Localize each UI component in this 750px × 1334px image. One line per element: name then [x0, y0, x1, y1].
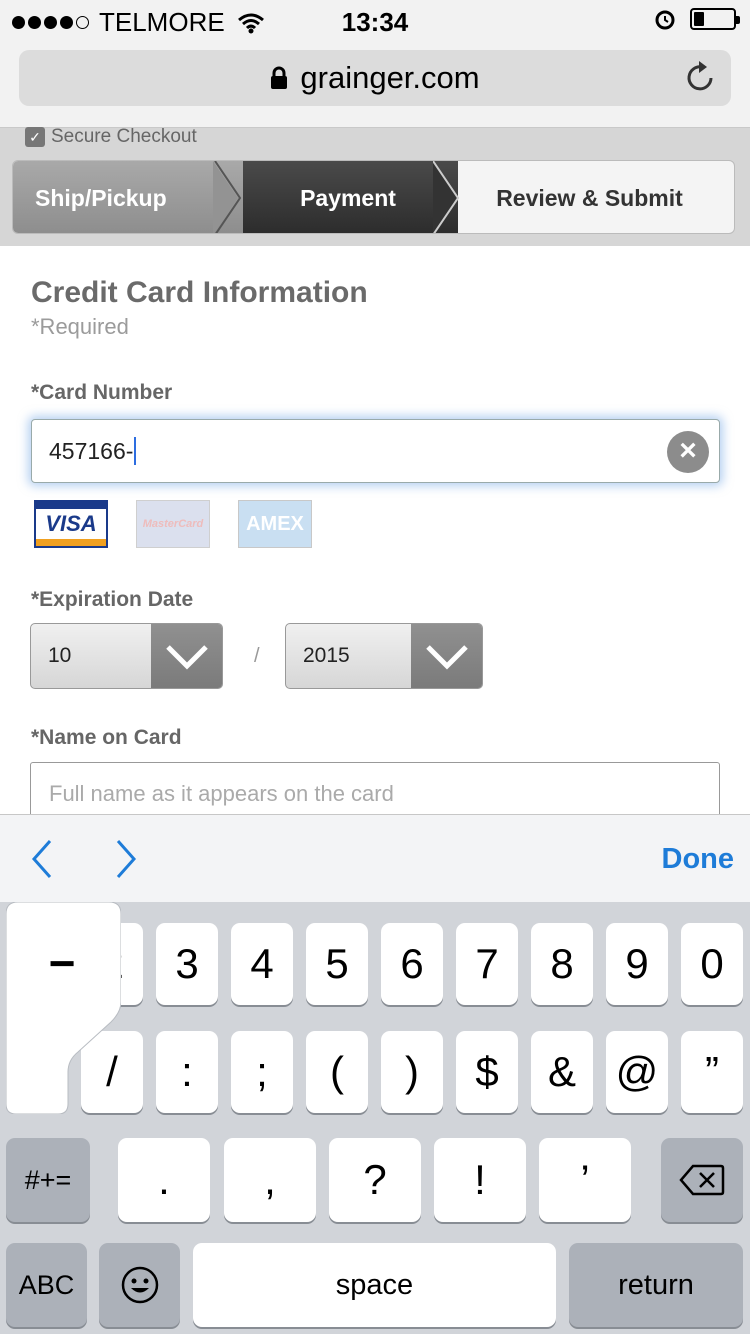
step-payment: Payment — [218, 161, 458, 233]
key[interactable]: ( — [306, 1031, 368, 1113]
key[interactable]: @ — [606, 1031, 668, 1113]
key[interactable]: & — [531, 1031, 593, 1113]
page-title: Credit Card Information — [31, 276, 368, 309]
chevron-down-icon — [151, 624, 222, 688]
step-ship-pickup[interactable]: Ship/Pickup — [13, 161, 243, 233]
exp-month-value: 10 — [48, 644, 72, 667]
lock-icon — [271, 66, 288, 89]
key[interactable]: 4 — [231, 923, 293, 1005]
card-number-label: *Card Number — [31, 381, 173, 404]
return-key[interactable]: return — [569, 1243, 743, 1327]
chevron-left-icon[interactable] — [30, 839, 54, 879]
checkout-steps: Review & Submit Payment Ship/Pickup — [12, 160, 735, 234]
step-review-submit: Review & Submit — [443, 161, 734, 233]
emoji-key[interactable] — [99, 1243, 180, 1327]
key[interactable]: : — [156, 1031, 218, 1113]
key[interactable]: ” — [681, 1031, 743, 1113]
more-symbols-key[interactable]: #+= — [6, 1138, 90, 1222]
key[interactable]: 6 — [381, 923, 443, 1005]
key[interactable]: 7 — [456, 923, 518, 1005]
reload-icon[interactable] — [685, 60, 717, 94]
name-on-card-label: *Name on Card — [31, 726, 182, 749]
url-text: grainger.com — [300, 60, 480, 95]
card-number-value: 457166- — [49, 437, 134, 464]
status-right — [654, 8, 740, 30]
checkbox-icon: ✓ — [25, 127, 45, 147]
exp-month-select[interactable]: 10 — [30, 623, 223, 689]
clock: 13:34 — [341, 7, 409, 37]
required-note: *Required — [31, 314, 129, 339]
visa-logo: VISA — [34, 500, 108, 548]
key[interactable]: , — [224, 1138, 316, 1222]
key[interactable]: $ — [456, 1031, 518, 1113]
chevron-down-icon — [411, 624, 482, 688]
status-bar: TELMORE 13:34 — [0, 0, 750, 40]
chevron-right-icon[interactable] — [114, 839, 138, 879]
secure-checkout-label: Secure Checkout — [51, 126, 197, 147]
card-number-input[interactable]: 457166- × — [31, 419, 720, 483]
keyboard: 1 2 3 4 5 6 7 8 9 0 / : ; ( ) $ & @ ” − … — [0, 902, 750, 1334]
battery-level — [694, 12, 704, 26]
checkout-header: ✓ Secure Checkout Review & Submit Paymen… — [0, 126, 750, 246]
step-chevron — [433, 161, 460, 233]
key[interactable]: ’ — [539, 1138, 631, 1222]
step-label: Ship/Pickup — [35, 184, 167, 211]
expiration-label: *Expiration Date — [31, 588, 194, 611]
browser-chrome: grainger.com — [0, 40, 750, 128]
exp-separator: / — [254, 645, 260, 667]
done-button[interactable]: Done — [662, 843, 735, 876]
secure-checkout: ✓ Secure Checkout — [25, 126, 197, 148]
alarm-icon — [655, 10, 675, 30]
amex-logo: AMEX — [238, 500, 312, 548]
clear-icon[interactable]: × — [667, 431, 709, 473]
backspace-key[interactable] — [661, 1138, 743, 1222]
exp-year-value: 2015 — [303, 644, 350, 667]
step-label: Review & Submit — [496, 184, 683, 211]
key[interactable]: 0 — [681, 923, 743, 1005]
key[interactable]: 3 — [156, 923, 218, 1005]
key[interactable]: ? — [329, 1138, 421, 1222]
card-logos: VISA MasterCard AMEX — [34, 500, 312, 548]
exp-year-select[interactable]: 2015 — [285, 623, 483, 689]
mastercard-logo: MasterCard — [136, 500, 210, 548]
step-chevron — [213, 161, 242, 233]
step-label: Payment — [300, 184, 396, 211]
backspace-icon — [679, 1164, 725, 1196]
battery-icon — [690, 8, 740, 30]
key[interactable]: ! — [434, 1138, 526, 1222]
name-placeholder: Full name as it appears on the card — [49, 781, 394, 806]
key[interactable]: 9 — [606, 923, 668, 1005]
key[interactable]: ; — [231, 1031, 293, 1113]
address-bar[interactable]: grainger.com — [19, 50, 731, 106]
emoji-icon — [121, 1266, 158, 1304]
space-key[interactable]: space — [193, 1243, 556, 1327]
popup-key-label: − — [48, 937, 76, 989]
abc-key[interactable]: ABC — [6, 1243, 87, 1327]
key[interactable]: 5 — [306, 923, 368, 1005]
text-caret — [134, 437, 137, 465]
keyboard-toolbar: Done — [0, 814, 750, 902]
key[interactable]: ) — [381, 1031, 443, 1113]
key[interactable]: 8 — [531, 923, 593, 1005]
key[interactable]: . — [118, 1138, 210, 1222]
